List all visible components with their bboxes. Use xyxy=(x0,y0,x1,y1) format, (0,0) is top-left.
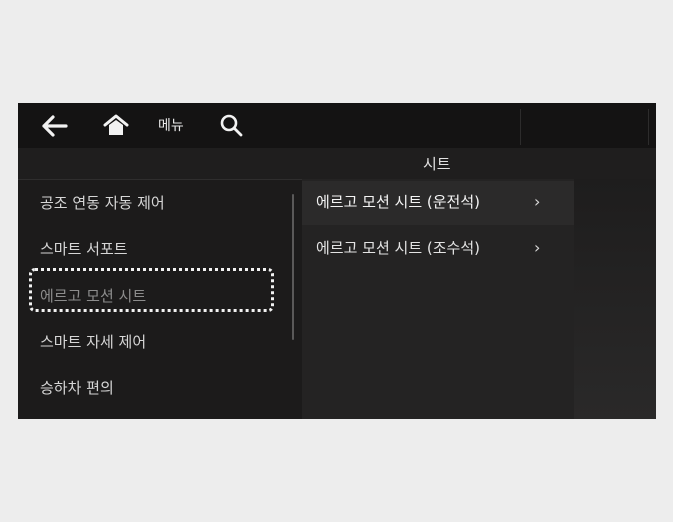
chevron-right-icon: › xyxy=(534,192,541,211)
selection-highlight xyxy=(29,268,274,312)
chevron-right-icon: › xyxy=(534,238,541,257)
title-bar: 시트 xyxy=(18,148,656,180)
page-title: 시트 xyxy=(423,155,451,173)
submenu-item-label: 에르고 모션 시트 (조수석) xyxy=(316,239,481,257)
back-button[interactable] xyxy=(40,113,70,139)
divider xyxy=(520,109,521,145)
menu-button[interactable]: 메뉴 xyxy=(158,114,184,138)
right-submenu: 에르고 모션 시트 (운전석) › 에르고 모션 시트 (조수석) › xyxy=(302,179,574,419)
background-panel xyxy=(574,179,656,419)
search-icon xyxy=(220,114,243,137)
left-menu-item-easy-access[interactable]: 승하차 편의 xyxy=(40,377,114,398)
top-bar: 메뉴 xyxy=(18,103,656,148)
submenu-item-label: 에르고 모션 시트 (운전석) xyxy=(316,193,481,211)
home-icon xyxy=(103,114,129,135)
submenu-item-driver-seat[interactable]: 에르고 모션 시트 (운전석) › xyxy=(302,181,574,225)
left-menu-item-smart-posture-control[interactable]: 스마트 자세 제어 xyxy=(40,331,146,352)
infotainment-screen: 메뉴 시트 공조 연동 자동 제어 스마트 서포트 에르고 모션 시트 스마트 … xyxy=(18,103,656,419)
arrow-left-icon xyxy=(42,115,68,137)
left-menu-item-climate-auto-control[interactable]: 공조 연동 자동 제어 xyxy=(40,192,165,213)
home-button[interactable] xyxy=(101,113,131,139)
scrollbar[interactable] xyxy=(292,194,294,340)
divider xyxy=(648,109,649,145)
search-button[interactable] xyxy=(218,112,246,140)
left-menu-item-smart-support[interactable]: 스마트 서포트 xyxy=(40,238,128,259)
submenu-item-passenger-seat[interactable]: 에르고 모션 시트 (조수석) › xyxy=(302,227,574,271)
